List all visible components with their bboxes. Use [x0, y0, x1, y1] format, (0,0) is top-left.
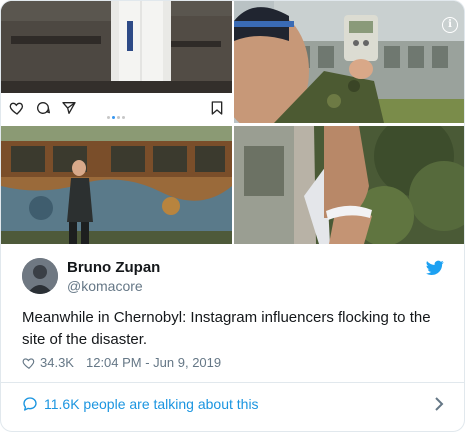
tweet-media-grid[interactable]: i [1, 1, 464, 244]
media-photo-2[interactable]: i [234, 1, 464, 123]
heart-outline-icon[interactable] [22, 356, 36, 370]
photo-1-image [1, 1, 232, 93]
avatar-image [22, 258, 58, 294]
paper-plane-icon [61, 100, 77, 116]
bookmark-icon [209, 100, 225, 116]
conversation-link[interactable]: 11.6K people are talking about this [1, 383, 464, 425]
heart-outline-icon [9, 100, 25, 116]
media-photo-4[interactable] [234, 126, 464, 244]
tweet-meta: 34.3K 12:04 PM - Jun 9, 2019 [22, 355, 221, 370]
photo-3-image [1, 126, 232, 244]
author-handle[interactable]: @komacore [67, 278, 143, 294]
author-avatar[interactable] [22, 258, 58, 294]
twitter-bird-icon[interactable] [426, 260, 444, 276]
instagram-action-bar [1, 93, 232, 123]
carousel-dots [107, 106, 127, 123]
media-photo-1[interactable] [1, 1, 232, 123]
comment-icon [35, 100, 51, 116]
media-photo-3[interactable] [1, 126, 232, 244]
embedded-tweet-card: i Bruno Zupan @komacore Meanwhile in Che… [0, 0, 465, 432]
like-count[interactable]: 34.3K [40, 355, 74, 370]
speech-bubble-icon [22, 396, 38, 412]
info-icon[interactable]: i [442, 17, 458, 33]
author-name[interactable]: Bruno Zupan [67, 259, 160, 276]
chevron-right-icon [434, 397, 444, 411]
tweet-text: Meanwhile in Chernobyl: Instagram influe… [22, 309, 431, 348]
photo-2-image [234, 1, 464, 123]
photo-4-image [234, 126, 464, 244]
tweet-timestamp[interactable]: 12:04 PM - Jun 9, 2019 [86, 355, 221, 370]
conversation-text: 11.6K people are talking about this [44, 396, 259, 412]
